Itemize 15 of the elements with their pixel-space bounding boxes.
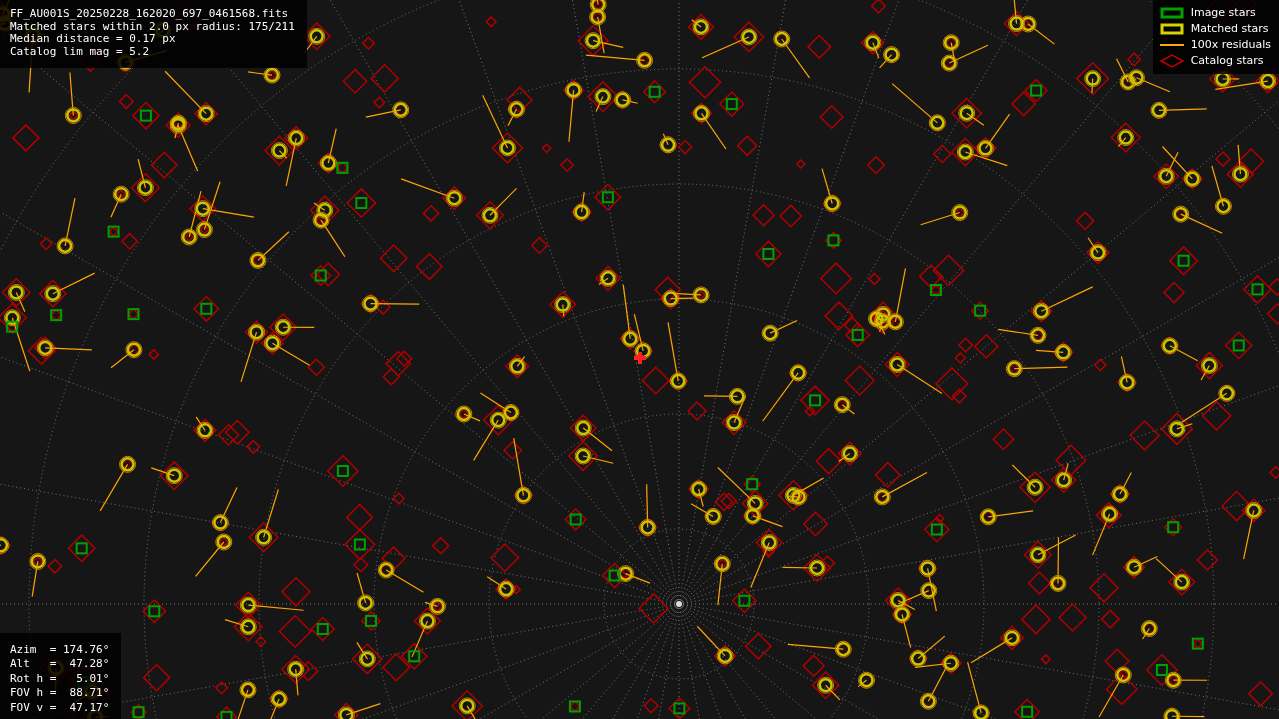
legend-label: Image stars: [1190, 6, 1256, 20]
pointing-text: FOV v = 47.17°: [10, 700, 110, 715]
pointing-text: Rot h = 5.01°: [10, 671, 110, 686]
center-cross-icon: [634, 352, 646, 364]
zenith-point-icon: [676, 601, 682, 607]
info-text: Matched stars within 2.0 px radius: 175/211: [10, 20, 295, 33]
info-text: Catalog lim mag = 5.2: [10, 45, 151, 58]
legend-label: Matched stars: [1190, 22, 1269, 36]
pointing-text: Azim = 174.76°: [10, 642, 110, 657]
legend-label: 100x residuals: [1190, 38, 1271, 52]
info-text: Median distance = 0.17 px: [10, 33, 177, 46]
legend-label: Catalog stars: [1190, 54, 1264, 68]
info-text: FF_AU001S_20250228_162020_697_0461568.fits: [10, 8, 290, 21]
pointing-text: Alt = 47.28°: [10, 657, 110, 672]
pointing-text: FOV h = 88.71°: [10, 686, 110, 701]
